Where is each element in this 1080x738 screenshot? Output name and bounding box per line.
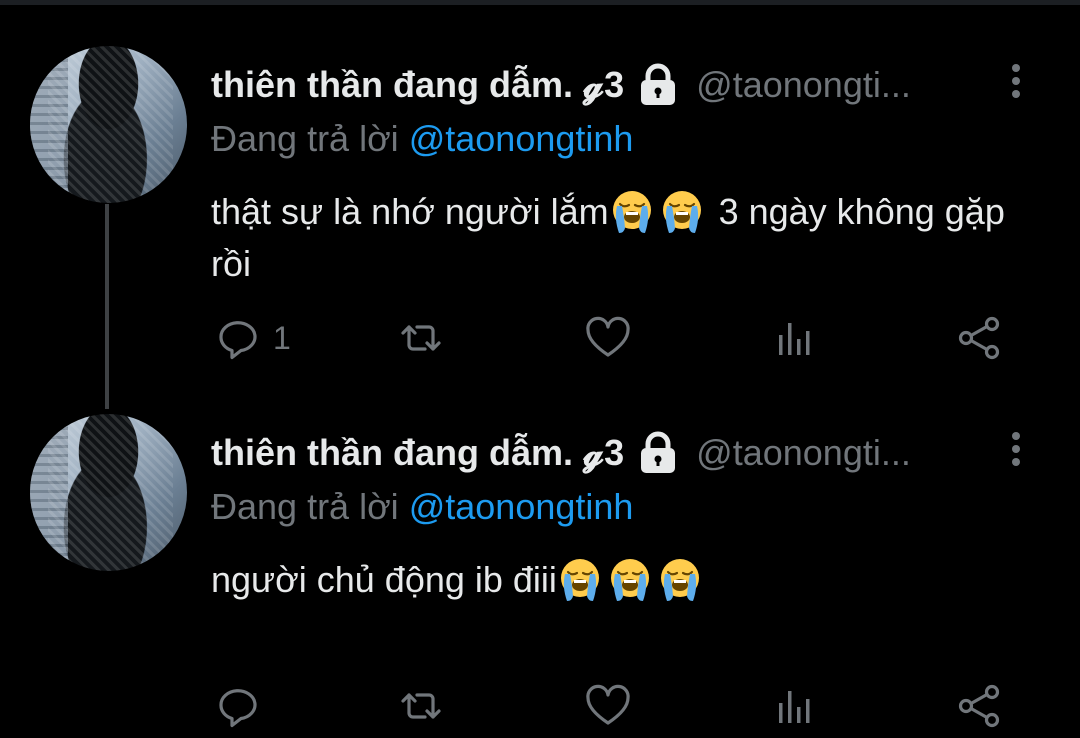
share-icon: [958, 684, 1000, 728]
heart-icon: [586, 684, 630, 725]
loudly-crying-face-icon: [557, 556, 603, 602]
retweet-button[interactable]: [396, 678, 446, 734]
avatar[interactable]: [30, 414, 187, 571]
tweet-header: thiên thần đang dẫm. 𝓰3 @taonongti...: [211, 430, 911, 476]
top-divider: [0, 0, 1080, 5]
tweet-text-main: thật sự là nhớ người lắm: [211, 191, 609, 232]
share-button[interactable]: [954, 310, 1004, 366]
lock-icon: [641, 431, 676, 473]
reply-mention-link[interactable]: @taonongtinh: [409, 486, 634, 527]
tweet-text-main: người chủ động ib điii: [211, 559, 557, 600]
tweet-header: thiên thần đang dẫm. 𝓰3 @taonongti...: [211, 62, 911, 108]
handle[interactable]: @taonongti...: [696, 432, 911, 474]
analytics-button[interactable]: [769, 678, 819, 734]
loudly-crying-face-icon: [607, 556, 653, 602]
loudly-crying-face-icon: [657, 556, 703, 602]
avatar[interactable]: [30, 46, 187, 203]
share-button[interactable]: [954, 678, 1004, 734]
like-button[interactable]: [583, 310, 633, 366]
loudly-crying-face-icon: [609, 188, 655, 234]
like-button[interactable]: [583, 678, 633, 734]
reply-mention-link[interactable]: @taonongtinh: [409, 118, 634, 159]
tweet[interactable]: thiên thần đang dẫm. 𝓰3 @taonongti... Đa…: [0, 408, 1080, 738]
reply-icon: [219, 689, 257, 728]
reply-button[interactable]: 1: [213, 310, 291, 366]
reply-prefix: Đang trả lời: [211, 486, 399, 527]
tweet-actions: [211, 678, 1021, 734]
loudly-crying-face-icon: [659, 188, 705, 234]
display-name[interactable]: thiên thần đang dẫm. 𝓰3: [211, 64, 624, 107]
analytics-icon: [779, 323, 810, 355]
reply-icon: [219, 321, 257, 360]
replying-to: Đang trả lời @taonongtinh: [211, 118, 633, 160]
lock-icon: [641, 63, 676, 105]
reply-count: 1: [273, 319, 291, 356]
handle[interactable]: @taonongti...: [696, 64, 911, 106]
analytics-button[interactable]: [769, 310, 819, 366]
share-icon: [958, 316, 1000, 360]
tweet-text: người chủ động ib điii: [211, 554, 1051, 606]
more-vertical-icon[interactable]: [1004, 426, 1028, 472]
display-name[interactable]: thiên thần đang dẫm. 𝓰3: [211, 432, 624, 475]
heart-icon: [586, 316, 630, 357]
more-vertical-icon[interactable]: [1004, 58, 1028, 104]
replying-to: Đang trả lời @taonongtinh: [211, 486, 633, 528]
retweet-button[interactable]: [396, 310, 446, 366]
tweet-text: thật sự là nhớ người lắm 3 ngày không gặ…: [211, 186, 1051, 290]
reply-prefix: Đang trả lời: [211, 118, 399, 159]
reply-button[interactable]: [213, 678, 273, 734]
tweet-actions: 1: [211, 310, 1021, 366]
analytics-icon: [779, 691, 810, 723]
retweet-icon: [401, 693, 441, 719]
retweet-icon: [401, 325, 441, 351]
tweet[interactable]: thiên thần đang dẫm. 𝓰3 @taonongti... Đa…: [0, 40, 1080, 370]
